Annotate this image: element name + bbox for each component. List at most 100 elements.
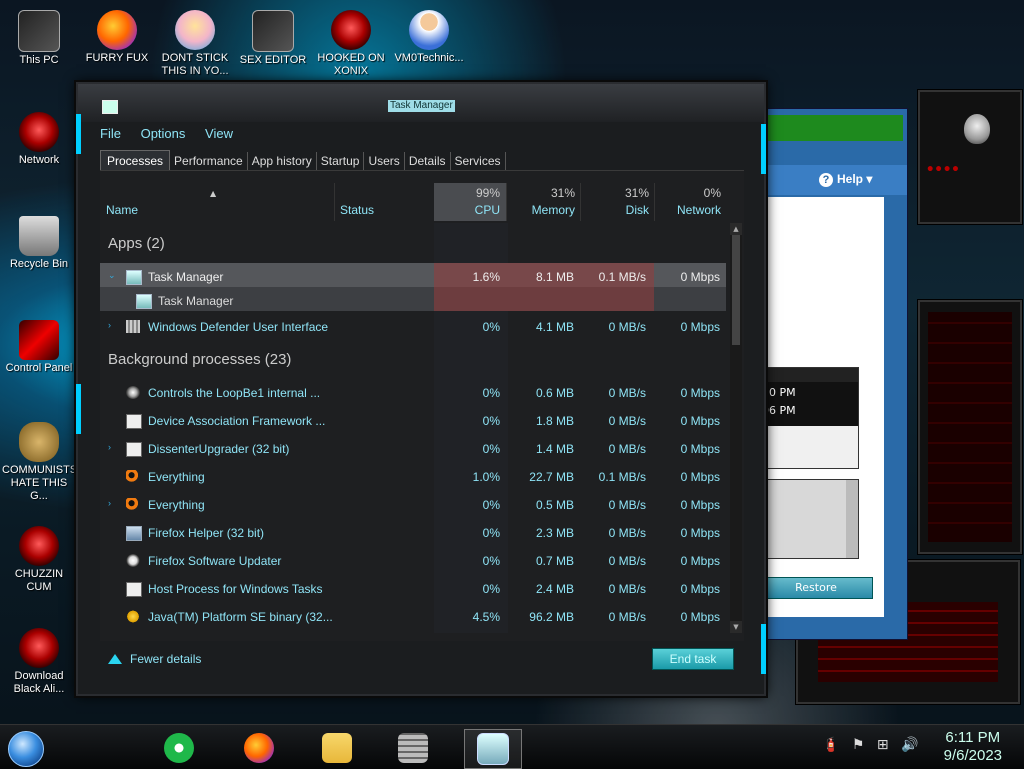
process-row[interactable]: Everything 1.0% 22.7 MB 0.1 MB/s 0 Mbps [100,463,726,491]
process-row[interactable]: Controls the LoopBe1 internal ... 0% 0.6 M… [100,379,726,407]
scroll-thumb[interactable] [732,235,740,345]
desktop-icon[interactable]: DONT STICK THIS IN YO... [158,10,232,78]
menu-file[interactable]: File [100,126,121,141]
firefox-icon[interactable] [244,733,274,763]
frame-glow-right-bottom [761,624,766,674]
tab-app-history[interactable]: App history [248,152,317,170]
process-list: Apps (2) Background processes (23) ⌄ Task… [100,223,730,633]
desktop-icon[interactable]: CHUZZIN CUM [2,526,76,594]
help-menu[interactable]: ? Help ▾ [819,172,872,187]
restore-button[interactable]: Restore [759,577,873,599]
vertical-scrollbar[interactable]: ▲ ▼ [730,223,742,633]
process-icon [126,470,140,483]
desktop-icon-label: This PC [19,54,59,66]
process-net-value: 0 Mbps [680,442,720,456]
process-row[interactable]: Task Manager [100,287,726,311]
tab-performance[interactable]: Performance [170,152,248,170]
desktop-icon-label: SEX EDITOR [239,54,307,66]
desktop-icon-glyph [18,10,60,52]
desktop-icon[interactable]: This PC [2,10,76,67]
desktop-icon-label: Control Panel [5,362,73,374]
expand-icon[interactable]: › [108,320,111,330]
task-manager-taskbar-icon[interactable] [477,733,509,765]
time-entry-2: 06 PM [762,404,796,417]
process-icon [126,386,140,399]
process-mem-value: 1.4 MB [535,442,574,456]
firewall-app-icon[interactable] [398,733,428,763]
column-name[interactable]: Name [100,183,335,221]
expand-icon[interactable]: ⌄ [108,270,116,281]
desktop-icon[interactable]: HOOKED ON XONIX [314,10,388,78]
desktop-icon-glyph [19,320,59,360]
clock-date: 9/6/2023 [943,747,1002,764]
desktop-icon[interactable]: Control Panel [2,320,76,375]
menu-options[interactable]: Options [141,126,186,141]
process-cpu-value: 0% [482,320,500,334]
process-disk-value: 0 MB/s [608,414,646,428]
end-task-button[interactable]: End task [652,648,734,670]
desktop-icon-label: VM0Technic... [394,52,464,64]
column-network[interactable]: 0% Network [654,183,727,221]
start-button[interactable] [8,731,44,767]
process-row[interactable]: › DissenterUpgrader (32 bit) 0% 1.4 MB 0 MB/… [100,435,726,463]
process-net-value: 0 Mbps [680,610,720,624]
process-name: Task Manager [148,270,224,284]
menu-view[interactable]: View [205,126,233,141]
process-icon [126,498,140,511]
tab-startup[interactable]: Startup [317,152,365,170]
desktop-icon[interactable]: SEX EDITOR [236,10,310,67]
process-name: Device Association Framework ... [148,414,326,428]
process-row[interactable]: Firefox Software Updater 0% 0.7 MB 0 MB/s 0 … [100,547,726,575]
process-cpu-value: 0% [482,414,500,428]
fewer-details-button[interactable]: Fewer details [108,652,201,666]
desktop-icon[interactable]: VM0Technic... [392,10,466,65]
file-explorer-icon[interactable] [322,733,352,763]
scroll-box[interactable] [757,479,859,559]
frame-glow-right-top [761,124,766,174]
green-title-bar [757,115,903,141]
desktop-icon[interactable]: Download Black Ali... [2,628,76,696]
scroll-down-icon[interactable]: ▼ [730,621,742,633]
process-name: Windows Defender User Interface [148,320,329,334]
desktop-icon[interactable]: Network [2,112,76,167]
tray-app-icon[interactable]: 🧯 [822,737,839,753]
volume-icon[interactable]: 🔊 [901,737,918,753]
flag-icon[interactable]: ⚑ [852,737,865,753]
process-row[interactable]: › Windows Defender User Interface 0% 4.1 MB… [100,313,726,341]
notes-app-icon[interactable] [164,733,194,763]
desktop-icon-glyph [19,112,59,152]
process-disk-value: 0 MB/s [608,582,646,596]
process-row[interactable]: Device Association Framework ... 0% 1.8 MB… [100,407,726,435]
desktop-icon-label: FURRY FUX [85,52,149,64]
tab-processes[interactable]: Processes [100,150,171,170]
column-memory[interactable]: 31% Memory [506,183,581,221]
process-net-value: 0 Mbps [680,554,720,568]
desktop-icon[interactable]: FURRY FUX [80,10,154,65]
desktop-icon[interactable]: COMMUNISTS HATE THIS G... [2,422,77,503]
expand-icon[interactable]: › [108,498,111,508]
tab-services[interactable]: Services [451,152,506,170]
process-mem-value: 1.8 MB [535,414,574,428]
process-disk-value: 0 MB/s [608,610,646,624]
scrollbar[interactable] [846,480,858,558]
process-cpu-value: 0% [482,498,500,512]
column-cpu[interactable]: 99% CPU [434,183,506,221]
task-manager-window: Task Manager File Options View Processes… [76,82,766,696]
clock[interactable]: 6:11 PM 9/6/2023 [944,729,1002,765]
process-row[interactable]: Firefox Helper (32 bit) 0% 2.3 MB 0 MB/s 0 M… [100,519,726,547]
column-status[interactable]: Status [334,183,434,221]
tab-details[interactable]: Details [405,152,451,170]
process-row[interactable]: Host Process for Windows Tasks 0% 2.4 MB 0 … [100,575,726,603]
desktop-icon[interactable]: Recycle Bin [2,216,76,271]
scroll-up-icon[interactable]: ▲ [730,223,742,235]
network-icon[interactable]: ⊞ [877,737,889,753]
process-mem-value: 22.7 MB [529,470,574,484]
group-background: Background processes (23) [108,351,292,368]
process-disk-value: 0 MB/s [608,386,646,400]
column-disk[interactable]: 31% Disk [580,183,655,221]
process-row[interactable]: Java(TM) Platform SE binary (32... 4.5% 96… [100,603,726,631]
process-name: Task Manager [158,294,234,308]
process-row[interactable]: › Everything 0% 0.5 MB 0 MB/s 0 Mbps [100,491,726,519]
tab-users[interactable]: Users [364,152,405,170]
expand-icon[interactable]: › [108,442,111,452]
